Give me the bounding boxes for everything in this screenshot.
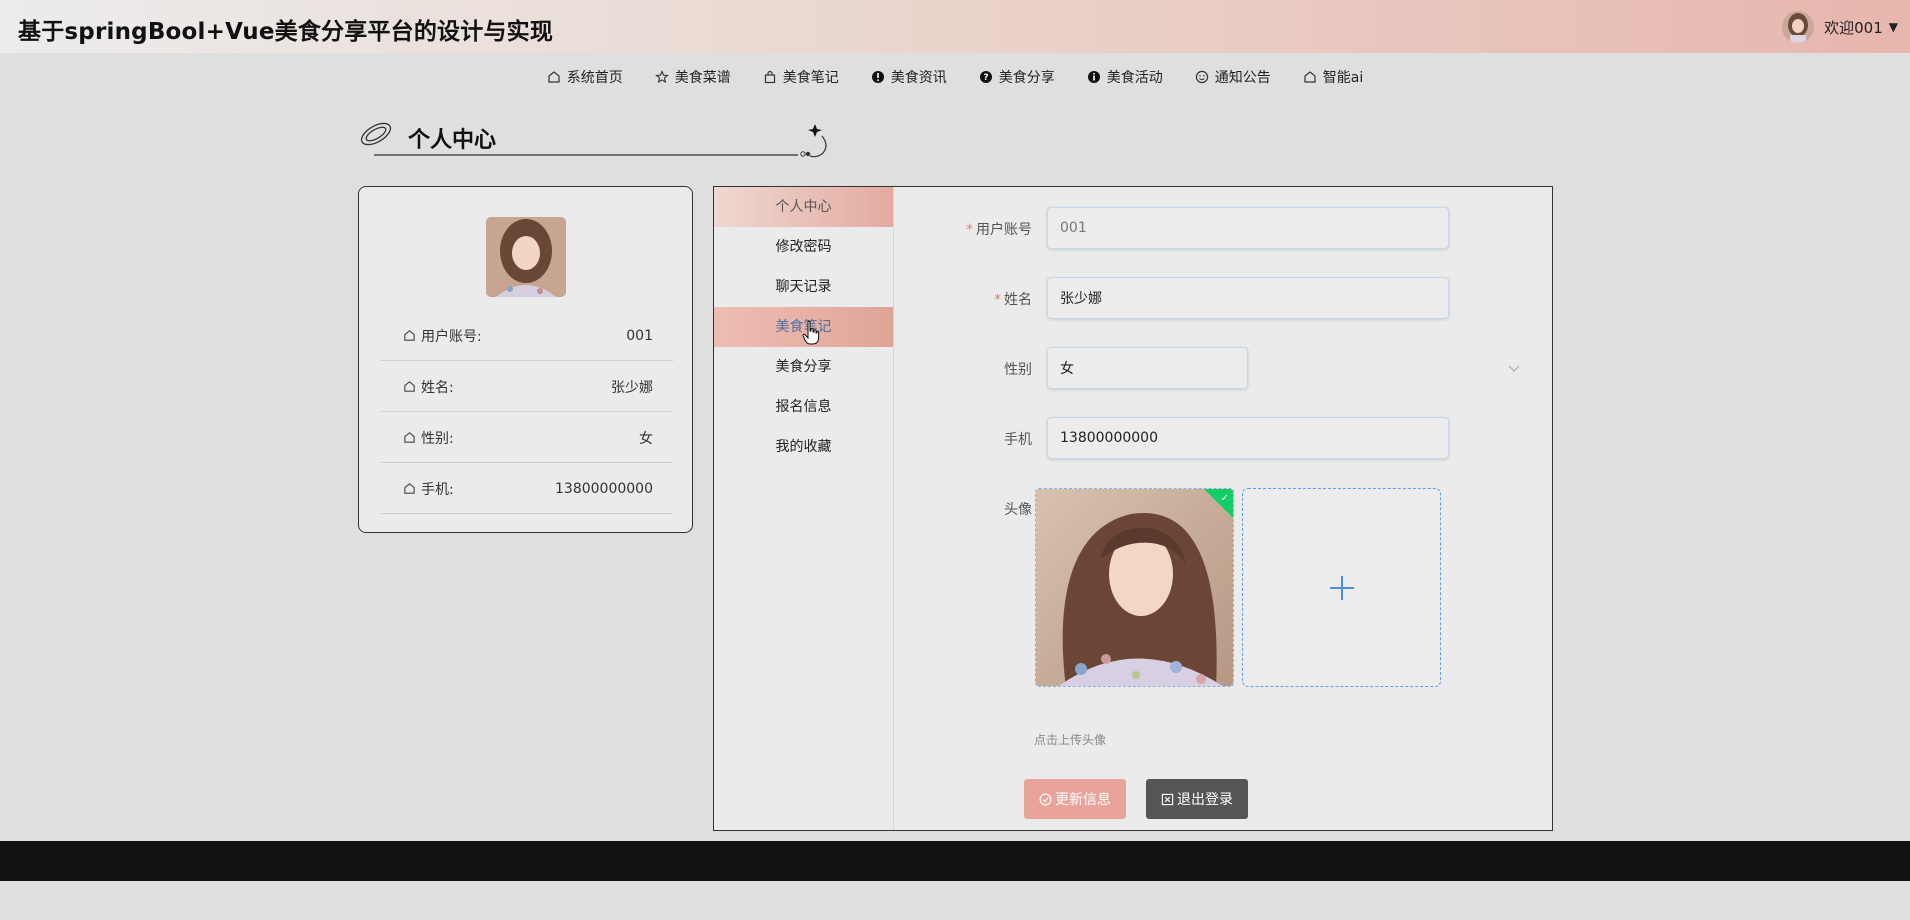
user-greeting[interactable]: 欢迎001 [1824, 17, 1883, 38]
bag-icon [764, 70, 775, 84]
page-title: 个人中心 [408, 128, 497, 153]
footer [0, 841, 1910, 881]
main-nav: 系统首页 美食菜谱 美食笔记 美食资讯 ? 美食分享 美食活动 通知公告 智能a… [0, 53, 1910, 101]
update-info-button[interactable]: 更新信息 [1024, 779, 1126, 819]
avatar-photo [1036, 489, 1233, 686]
nav-item-label: 通知公告 [1214, 70, 1271, 86]
account-field[interactable]: 001 [1047, 207, 1449, 249]
nav-item-label: 美食活动 [1106, 70, 1163, 86]
logout-button[interactable]: 退出登录 [1146, 779, 1248, 819]
profile-label: 性别: [421, 430, 454, 447]
profile-row-phone: 手机: 13800000000 [381, 464, 673, 514]
home-icon [404, 483, 415, 494]
profile-row-name: 姓名: 张少娜 [381, 362, 673, 412]
home-icon [404, 381, 415, 392]
nav-item-label: 美食分享 [998, 70, 1055, 86]
phone-field[interactable]: 13800000000 [1047, 417, 1449, 459]
hand-cursor-icon [802, 320, 820, 345]
nav-item-news[interactable]: 美食资讯 [871, 67, 947, 87]
required-mark: * [994, 292, 1001, 308]
nav-item-activities[interactable]: 美食活动 [1087, 67, 1163, 87]
profile-value: 13800000000 [555, 480, 653, 497]
nav-item-label: 美食菜谱 [674, 70, 731, 86]
home-icon [1304, 71, 1316, 83]
nav-item-notices[interactable]: 通知公告 [1195, 67, 1271, 87]
upload-tip: 点击上传头像 [1034, 733, 1107, 747]
smile-icon [1195, 70, 1208, 84]
nav-item-label: 智能ai [1322, 70, 1364, 86]
user-menu[interactable]: 欢迎001 ▼ [1782, 11, 1898, 43]
form-row-name: * 姓名 张少娜 [894, 277, 1554, 319]
close-square-icon [1161, 793, 1174, 805]
menu-item-personal-center[interactable]: 个人中心 [714, 187, 893, 227]
info-circle-icon [1087, 71, 1100, 83]
nav-item-recipes[interactable]: 美食菜谱 [654, 67, 731, 87]
menu-item-change-password[interactable]: 修改密码 [714, 227, 893, 267]
section-heading: 个人中心 [358, 114, 830, 162]
profile-label: 姓名: [421, 379, 454, 396]
update-info-label: 更新信息 [1055, 792, 1111, 808]
profile-row-gender: 性别: 女 [381, 413, 673, 463]
profile-value: 张少娜 [611, 379, 653, 396]
menu-item-chat-history[interactable]: 聊天记录 [714, 267, 893, 307]
profile-avatar [486, 217, 566, 297]
side-menu: 个人中心 修改密码 聊天记录 美食笔记 美食分享 报名信息 我的收藏 [714, 187, 894, 830]
gender-label: 性别 [1004, 362, 1032, 378]
avatar-upload-button[interactable] [1242, 488, 1441, 687]
account-label: 用户账号 [976, 222, 1032, 238]
nav-item-notes[interactable]: 美食笔记 [763, 67, 839, 87]
profile-value: 女 [639, 430, 653, 447]
profile-row-account: 用户账号: 001 [381, 311, 673, 361]
user-avatar[interactable] [1782, 11, 1815, 43]
question-circle-icon: ? [979, 71, 992, 83]
home-icon [404, 432, 415, 443]
nav-item-home[interactable]: 系统首页 [547, 67, 623, 87]
home-icon [404, 330, 415, 341]
caret-down-icon[interactable]: ▼ [1889, 20, 1898, 34]
nav-item-label: 系统首页 [566, 70, 623, 86]
home-icon [548, 71, 560, 83]
check-icon: ✓ [1220, 493, 1229, 504]
form-row-gender: 性别 女 [894, 347, 1554, 389]
profile-label: 用户账号: [421, 328, 482, 345]
chevron-down-icon[interactable] [1507, 361, 1521, 375]
info-circle-icon [871, 71, 884, 83]
check-circle-icon [1039, 793, 1052, 805]
svg-text:?: ? [983, 73, 988, 83]
gender-select[interactable]: 女 [1047, 347, 1248, 389]
name-label: 姓名 [1004, 292, 1032, 308]
form-row-phone: 手机 13800000000 [894, 417, 1554, 459]
nav-item-ai[interactable]: 智能ai [1303, 67, 1363, 87]
profile-label: 手机: [421, 481, 454, 498]
name-field[interactable]: 张少娜 [1047, 277, 1449, 319]
nav-item-label: 美食资讯 [890, 70, 947, 86]
star-icon [654, 70, 669, 84]
menu-item-registrations[interactable]: 报名信息 [714, 387, 893, 427]
avatar-label: 头像 [1004, 502, 1032, 518]
form-row-account: * 用户账号 001 [894, 207, 1554, 249]
phone-label: 手机 [1004, 432, 1032, 448]
menu-item-food-share[interactable]: 美食分享 [714, 347, 893, 387]
nav-item-label: 美食笔记 [782, 70, 839, 86]
logout-label: 退出登录 [1177, 792, 1233, 808]
profile-summary-card: 用户账号: 001 姓名: 张少娜 性别: 女 手机: 13800000000 [358, 186, 693, 533]
top-header: 基于springBool+Vue美食分享平台的设计与实现 欢迎001 ▼ [0, 0, 1910, 53]
uploaded-avatar-preview[interactable]: ✓ [1035, 488, 1234, 687]
required-mark: * [966, 222, 973, 238]
menu-item-favorites[interactable]: 我的收藏 [714, 427, 893, 467]
site-title: 基于springBool+Vue美食分享平台的设计与实现 [18, 19, 554, 45]
profile-value: 001 [626, 327, 653, 344]
plus-icon [1329, 575, 1354, 600]
nav-item-share[interactable]: ? 美食分享 [979, 67, 1055, 87]
